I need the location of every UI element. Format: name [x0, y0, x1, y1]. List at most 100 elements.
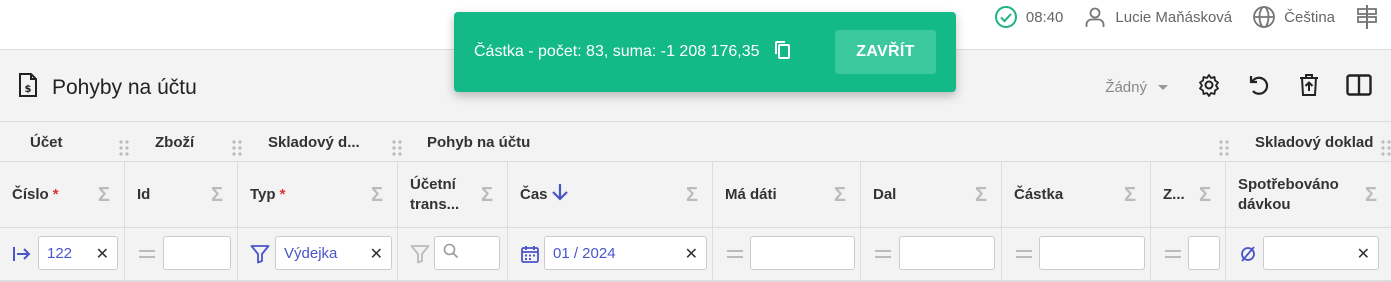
filter-input-id[interactable] — [163, 236, 231, 270]
column-label: Dal — [873, 185, 897, 203]
filter-input-z[interactable] — [1188, 236, 1220, 270]
sum-icon[interactable]: Σ — [1124, 184, 1136, 207]
sum-icon[interactable]: Σ — [481, 184, 493, 207]
column-label: Částka — [1014, 185, 1064, 203]
filter-value: 122 — [47, 244, 73, 262]
clock-time: 08:40 — [1025, 8, 1064, 26]
toast-close-button[interactable]: ZAVŘÍT — [835, 30, 936, 74]
sum-icon[interactable]: Σ — [1199, 184, 1211, 207]
drag-grip-icon[interactable] — [1219, 140, 1229, 158]
arrow-right-bar-icon[interactable] — [12, 244, 32, 264]
sum-icon[interactable]: Σ — [686, 184, 698, 207]
page-title: $ Pohyby na účtu — [18, 73, 197, 102]
equals-icon[interactable] — [873, 244, 893, 264]
split-view-button[interactable] — [1341, 69, 1377, 105]
drag-grip-icon[interactable] — [392, 140, 402, 158]
clear-icon[interactable]: ✕ — [370, 244, 383, 264]
group-ucet: Účet — [30, 133, 63, 151]
filter-value: 01 / 2024 — [553, 244, 616, 262]
gear-icon — [1197, 73, 1221, 102]
svg-text:$: $ — [25, 84, 32, 95]
column-header-cas[interactable]: Čas Σ — [508, 162, 713, 227]
filter-cell-z — [1151, 228, 1226, 282]
equals-icon[interactable] — [137, 244, 157, 264]
column-header-cislo[interactable]: Číslo * Σ — [0, 162, 125, 227]
column-header-typ[interactable]: Typ * Σ — [238, 162, 398, 227]
filter-select-spotrebovano[interactable]: ✕ — [1263, 236, 1379, 270]
columns-icon — [1346, 73, 1372, 101]
filter-date-cas[interactable]: 01 / 2024 ✕ — [544, 236, 707, 270]
clear-icon[interactable]: ✕ — [96, 244, 109, 264]
data-grid: Účet Zboží Skladový d... Pohyb na účtu S… — [0, 121, 1391, 282]
drag-grip-icon[interactable] — [119, 140, 129, 158]
drag-grip-icon[interactable] — [1381, 140, 1391, 158]
column-header-z[interactable]: Z... Σ — [1151, 162, 1226, 227]
user-icon — [1083, 5, 1107, 29]
sum-icon[interactable]: Σ — [98, 184, 110, 207]
view-select[interactable]: Žádný — [1105, 79, 1169, 96]
drag-grip-icon[interactable] — [232, 140, 242, 158]
empty-set-icon[interactable] — [1238, 244, 1258, 264]
sum-icon[interactable]: Σ — [211, 184, 223, 207]
filter-input-castka[interactable] — [1039, 236, 1145, 270]
column-header-row: Číslo * Σ Id Σ Typ * Σ Účetní trans... Σ Č… — [0, 162, 1391, 228]
calendar-icon[interactable] — [520, 244, 540, 264]
language-menu[interactable]: Čeština — [1252, 5, 1335, 29]
signpost-icon — [1355, 4, 1379, 30]
sum-icon[interactable]: Σ — [1365, 184, 1377, 207]
caret-down-icon — [1157, 79, 1169, 96]
filter-cell-id — [125, 228, 238, 282]
clear-icon[interactable]: ✕ — [1357, 244, 1370, 264]
filter-cell-cas: 01 / 2024 ✕ — [508, 228, 713, 282]
column-header-id[interactable]: Id Σ — [125, 162, 238, 227]
sum-icon[interactable]: Σ — [975, 184, 987, 207]
clear-icon[interactable]: ✕ — [685, 244, 698, 264]
filter-cell-ma-dati — [713, 228, 861, 282]
filter-cell-castka — [1002, 228, 1151, 282]
filter-cell-spotrebovano: ✕ — [1226, 228, 1391, 282]
export-button[interactable] — [1291, 69, 1327, 105]
column-header-dal[interactable]: Dal Σ — [861, 162, 1002, 227]
filter-input-cislo[interactable]: 122 ✕ — [38, 236, 118, 270]
group-skladovy: Skladový doklad — [1255, 133, 1374, 151]
column-header-castka[interactable]: Částka Σ — [1002, 162, 1151, 227]
reset-button[interactable] — [1241, 69, 1277, 105]
group-pohyb: Pohyb na účtu — [427, 133, 531, 151]
equals-icon[interactable] — [1014, 244, 1034, 264]
filter-cell-cislo: 122 ✕ — [0, 228, 125, 282]
filter-input-dal[interactable] — [899, 236, 995, 270]
status-indicator: 08:40 — [994, 5, 1064, 29]
language-label: Čeština — [1284, 8, 1335, 26]
group-skladovy-short: Skladový d... — [268, 133, 360, 151]
filter-cell-ucetni-trans — [398, 228, 508, 282]
equals-icon[interactable] — [1163, 244, 1183, 264]
equals-icon[interactable] — [725, 244, 745, 264]
sum-icon[interactable]: Σ — [371, 184, 383, 207]
filter-input-ma-dati[interactable] — [750, 236, 855, 270]
filter-select-typ[interactable]: Výdejka ✕ — [275, 236, 392, 270]
funnel-icon[interactable] — [410, 244, 430, 264]
column-label: Z... — [1163, 185, 1185, 203]
sort-desc-arrow-icon[interactable] — [550, 182, 570, 208]
filter-search-ucetni-trans[interactable] — [434, 236, 500, 270]
document-dollar-icon: $ — [18, 73, 38, 102]
column-label: Účetní trans... — [410, 175, 460, 213]
filter-cell-dal — [861, 228, 1002, 282]
required-mark: * — [279, 185, 286, 203]
column-header-spotrebovano[interactable]: Spotřebováno dávkou Σ — [1226, 162, 1391, 227]
column-label: Číslo — [12, 185, 49, 203]
page-title-text: Pohyby na účtu — [52, 75, 197, 99]
navigation-menu-button[interactable] — [1355, 4, 1379, 30]
column-label: Typ — [250, 185, 276, 203]
column-label: Čas — [520, 185, 548, 203]
settings-button[interactable] — [1191, 69, 1227, 105]
user-menu[interactable]: Lucie Maňásková — [1083, 5, 1232, 29]
column-header-ma-dati[interactable]: Má dáti Σ — [713, 162, 861, 227]
funnel-icon[interactable] — [250, 244, 270, 264]
column-label: Má dáti — [725, 185, 777, 203]
filter-value: Výdejka — [284, 244, 338, 262]
globe-icon — [1252, 5, 1276, 29]
copy-icon[interactable] — [774, 40, 792, 65]
column-header-ucetni-trans[interactable]: Účetní trans... Σ — [398, 162, 508, 227]
sum-icon[interactable]: Σ — [834, 184, 846, 207]
